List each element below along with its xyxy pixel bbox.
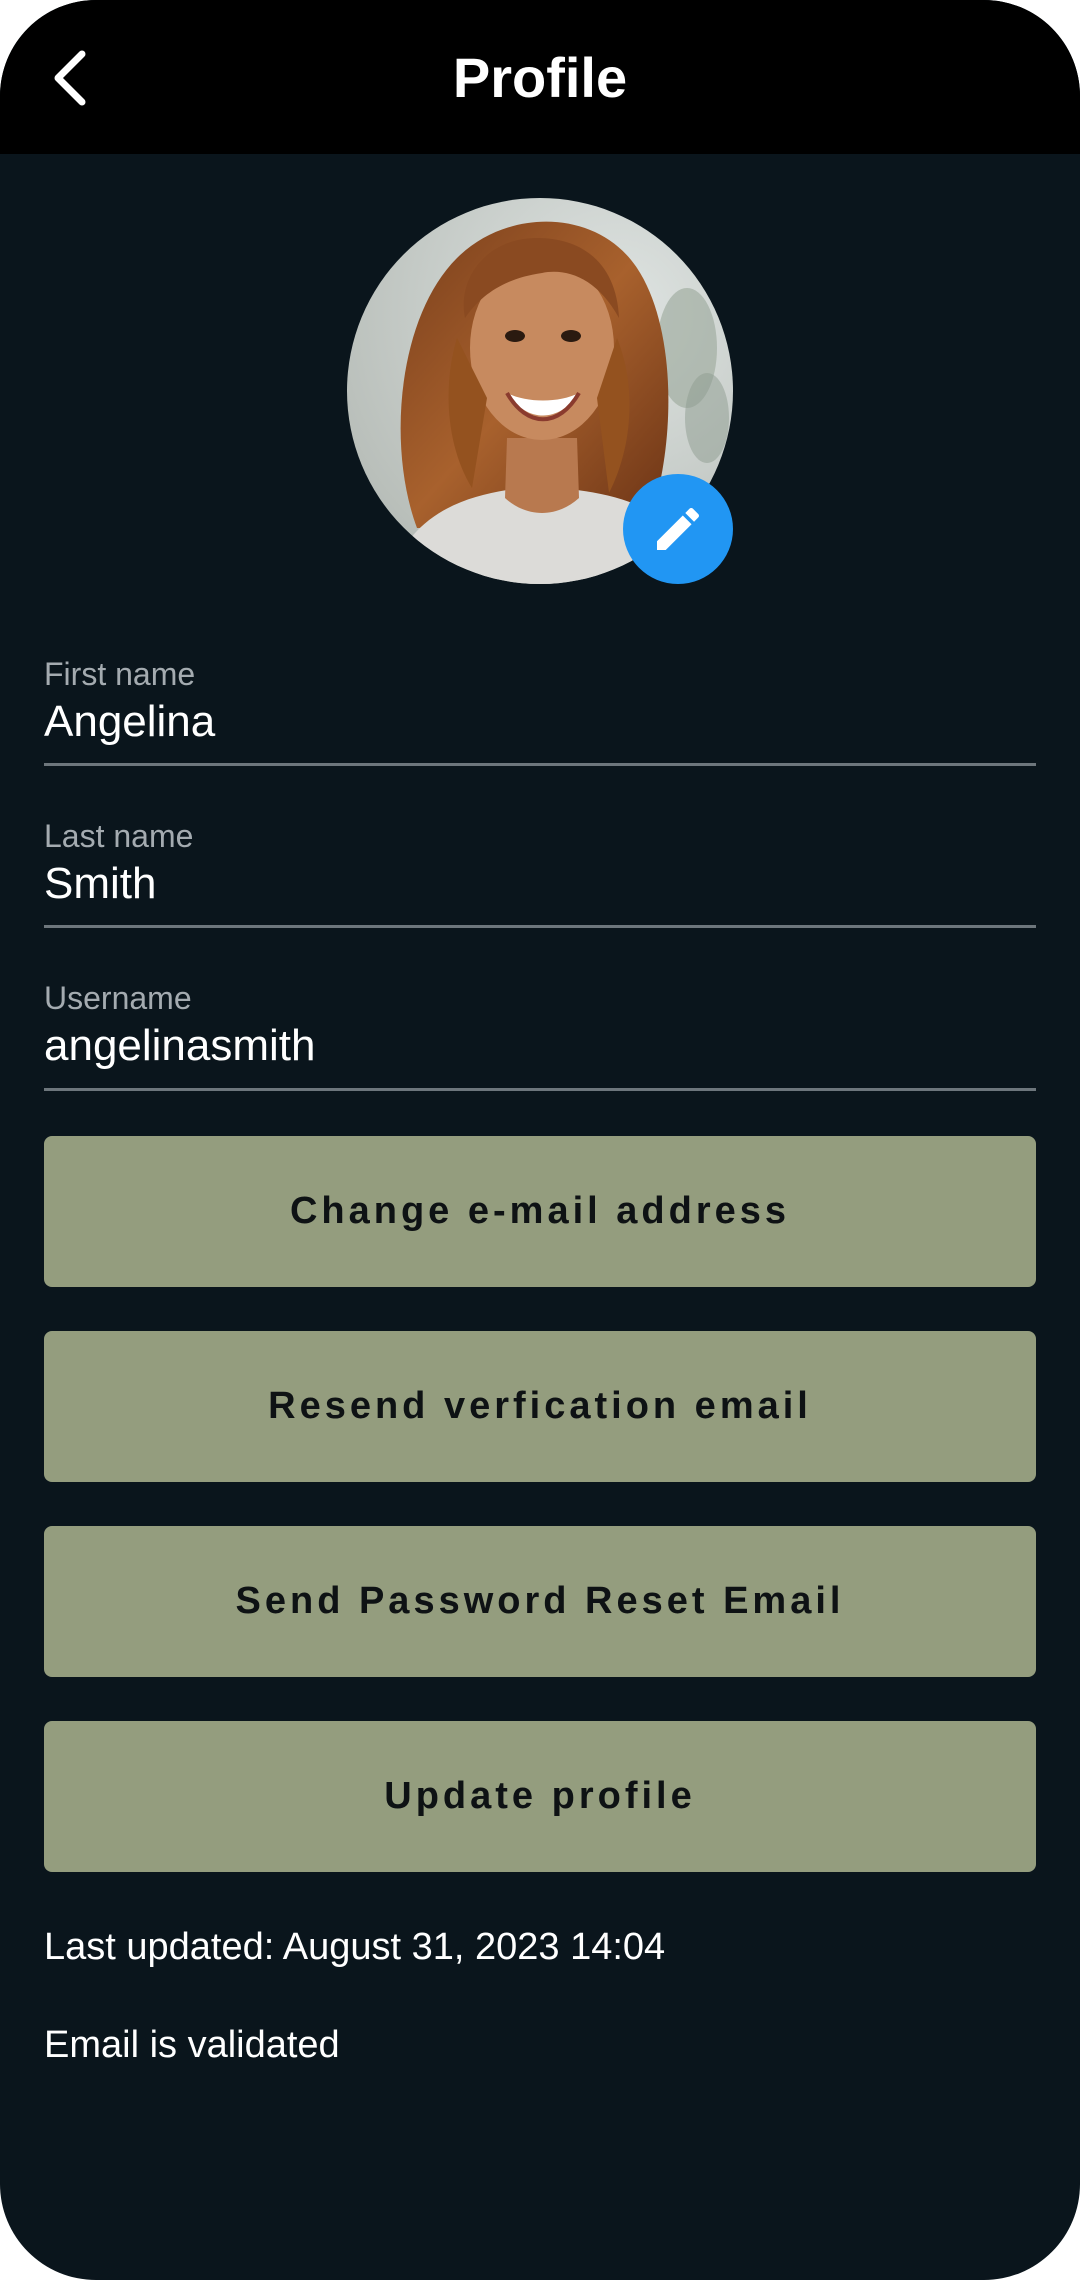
- page-title: Profile: [452, 46, 628, 109]
- avatar-container: [347, 198, 733, 584]
- edit-avatar-button[interactable]: [623, 474, 733, 584]
- last-updated-text: Last updated: August 31, 2023 14:04: [44, 1926, 666, 1968]
- send-password-reset-button[interactable]: Send Password Reset Email: [44, 1526, 1036, 1677]
- last-name-field: Last name: [44, 818, 1036, 928]
- first-name-label: First name: [44, 656, 196, 692]
- email-status-text: Email is validated: [44, 2024, 340, 2066]
- first-name-input[interactable]: [44, 696, 1036, 748]
- update-profile-button[interactable]: Update profile: [44, 1721, 1036, 1872]
- username-field: Username: [44, 980, 1036, 1091]
- username-label: Username: [44, 980, 192, 1016]
- first-name-underline: [44, 763, 1036, 766]
- resend-verification-button[interactable]: Resend verfication email: [44, 1331, 1036, 1482]
- phone-screen: Profile First name Angelina Last name Sm…: [0, 0, 1080, 2280]
- change-email-button[interactable]: Change e-mail address: [44, 1136, 1036, 1287]
- last-name-label: Last name: [44, 818, 194, 854]
- pencil-icon: [657, 507, 700, 550]
- first-name-field: First name: [44, 656, 1036, 766]
- username-underline: [44, 1088, 1036, 1091]
- username-input[interactable]: [44, 1020, 1036, 1072]
- last-name-input[interactable]: [44, 858, 1036, 910]
- app-bar: Profile: [0, 0, 1080, 154]
- last-name-underline: [44, 925, 1036, 928]
